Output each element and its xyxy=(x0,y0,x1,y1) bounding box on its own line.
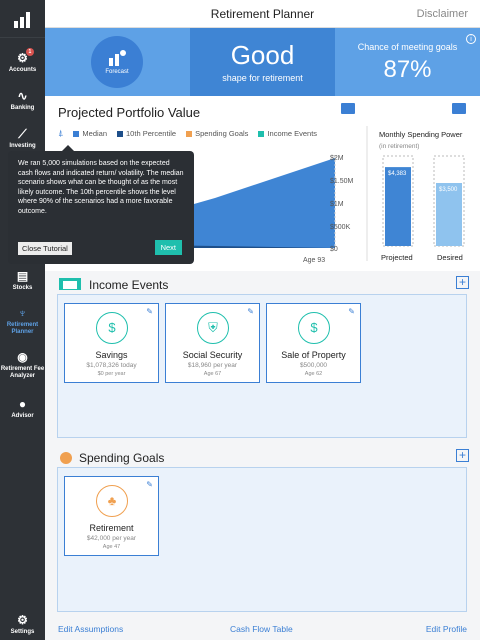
sidebar-item-retirement-planner[interactable]: ♆ Retirement Planner xyxy=(0,294,45,338)
card-sub2: Age 62 xyxy=(304,371,323,377)
bar-value-label: $4,383 xyxy=(388,171,407,177)
sidebar-item-advisor[interactable]: ● Advisor xyxy=(0,382,45,422)
sidebar-item-accounts[interactable]: ⚙ 1 Accounts xyxy=(0,38,45,76)
card-sub: $500,000 xyxy=(299,362,328,369)
stocks-icon: ▤ xyxy=(16,269,29,283)
edit-icon[interactable]: ✎ xyxy=(146,307,153,316)
income-card-social-security[interactable]: ✎ ⛨ Social Security $18,960 per year Age… xyxy=(165,303,260,383)
dollar-icon: $ xyxy=(96,312,128,344)
card-name: Savings xyxy=(95,350,128,360)
notification-badge: 1 xyxy=(25,48,34,56)
tooltip-arrow xyxy=(62,145,74,151)
sidebar-item-fee-analyzer[interactable]: ◉ Retirement Fee Analyzer xyxy=(0,338,45,382)
sidebar-item-label: Investing xyxy=(9,143,36,149)
sidebar-item-label: Retirement Planner xyxy=(6,322,39,335)
y-tick: $1M xyxy=(330,201,344,208)
investing-icon: ⟋ xyxy=(18,127,27,141)
add-income-button[interactable]: + xyxy=(456,276,469,289)
sidebar-item-label: Banking xyxy=(10,105,35,111)
income-events-title: Income Events xyxy=(89,278,169,292)
chance-label: Chance of meeting goals xyxy=(357,42,458,52)
spending-card-retirement[interactable]: ✎ ♣ Retirement $42,000 per year Age 47 xyxy=(64,476,159,556)
status-word: Good xyxy=(230,40,295,70)
sidebar-item-settings[interactable]: ⚙ Settings xyxy=(0,600,45,638)
bar-projected xyxy=(385,167,411,246)
income-icon xyxy=(59,278,81,290)
retirement-planner-icon: ♆ xyxy=(18,306,27,320)
gear-icon: ⚙ xyxy=(17,613,28,627)
page-title: Retirement Planner xyxy=(210,7,315,21)
card-name: Social Security xyxy=(182,350,243,360)
category-label: Projected xyxy=(381,253,413,262)
sidebar-item-investing[interactable]: ⟋ Investing xyxy=(0,114,45,152)
sidebar-item-banking[interactable]: ∿ Banking xyxy=(0,76,45,114)
app-logo[interactable] xyxy=(0,0,45,38)
edit-assumptions-link[interactable]: Edit Assumptions xyxy=(58,624,123,634)
y-tick: $2M xyxy=(330,155,344,162)
card-sub: $42,000 per year xyxy=(86,535,137,542)
forecast-icon xyxy=(109,50,126,66)
top-bar: Retirement Planner Disclaimer xyxy=(45,0,480,28)
edit-icon[interactable]: ✎ xyxy=(348,307,355,316)
edit-icon[interactable]: ✎ xyxy=(146,480,153,489)
advisor-icon: ● xyxy=(18,397,27,411)
accounts-icon: ⚙ 1 xyxy=(17,48,34,64)
spending-chart-title: Monthly Spending Power xyxy=(379,130,463,139)
spending-goals-section: ✎ ♣ Retirement $42,000 per year Age 47 xyxy=(57,467,467,612)
cash-flow-table-link[interactable]: Cash Flow Table xyxy=(230,624,293,634)
sidebar-item-label: Accounts xyxy=(8,67,37,73)
next-button[interactable]: Next xyxy=(154,240,182,255)
card-sub: $1,078,326 today xyxy=(86,362,137,369)
chance-panel: i Chance of meeting goals 87% xyxy=(335,28,480,96)
status-panel: Good shape for retirement xyxy=(190,28,335,96)
tutorial-tooltip: We ran 5,000 simulations based on the ex… xyxy=(8,145,194,264)
banking-icon: ∿ xyxy=(17,89,28,103)
sidebar-item-label: Advisor xyxy=(11,413,34,419)
palm-tree-icon: ♣ xyxy=(96,485,128,517)
shield-icon: ⛨ xyxy=(197,312,229,344)
card-name: Sale of Property xyxy=(281,350,346,360)
chance-value: 87% xyxy=(383,56,432,83)
hero-banner: Forecast Good shape for retirement i Cha… xyxy=(45,28,480,96)
bar-value-label: $3,500 xyxy=(439,187,458,193)
disclaimer-link[interactable]: Disclaimer xyxy=(417,8,468,20)
card-sub: $18,960 per year xyxy=(187,362,238,369)
edit-profile-link[interactable]: Edit Profile xyxy=(426,624,467,634)
sidebar: ⚙ 1 Accounts ∿ Banking ⟋ Investing ▤ Stoc… xyxy=(0,0,45,640)
y-tick: $500K xyxy=(330,224,351,231)
logo-icon xyxy=(13,11,30,28)
sidebar-item-label: Settings xyxy=(10,629,35,635)
sidebar-item-label: Retirement Fee Analyzer xyxy=(0,366,45,379)
category-label: Desired xyxy=(437,253,463,262)
edit-icon[interactable]: ✎ xyxy=(247,307,254,316)
footer-bar: Edit Assumptions Cash Flow Table Edit Pr… xyxy=(45,618,480,640)
close-tutorial-button[interactable]: Close Tutorial xyxy=(18,242,72,255)
spending-goals-title: Spending Goals xyxy=(79,451,165,465)
income-card-sale-of-property[interactable]: ✎ $ Sale of Property $500,000 Age 62 xyxy=(266,303,361,383)
income-events-section: ✎ $ Savings $1,078,326 today $0 per year… xyxy=(57,294,467,438)
card-sub2: Age 47 xyxy=(102,544,121,550)
status-sub: shape for retirement xyxy=(222,73,303,83)
spending-chart-subtitle: (in retirement) xyxy=(379,143,419,150)
fee-analyzer-icon: ◉ xyxy=(17,350,28,364)
x-label: Age 93 xyxy=(303,257,325,264)
info-icon[interactable]: i xyxy=(466,34,476,44)
y-tick: $0 xyxy=(330,246,338,253)
forecast-panel: Forecast xyxy=(45,28,190,96)
tooltip-text: We ran 5,000 simulations based on the ex… xyxy=(18,160,184,215)
income-card-savings[interactable]: ✎ $ Savings $1,078,326 today $0 per year xyxy=(64,303,159,383)
card-sub2: $0 per year xyxy=(97,371,126,377)
add-spending-button[interactable]: + xyxy=(456,449,469,462)
property-icon: $ xyxy=(298,312,330,344)
card-sub2: Age 67 xyxy=(203,371,222,377)
card-name: Retirement xyxy=(89,523,134,533)
y-tick: $1.50M xyxy=(330,178,354,185)
spending-icon xyxy=(60,452,72,464)
sidebar-item-label: Stocks xyxy=(12,285,33,291)
forecast-label: Forecast xyxy=(105,69,129,75)
forecast-button[interactable]: Forecast xyxy=(91,36,143,88)
